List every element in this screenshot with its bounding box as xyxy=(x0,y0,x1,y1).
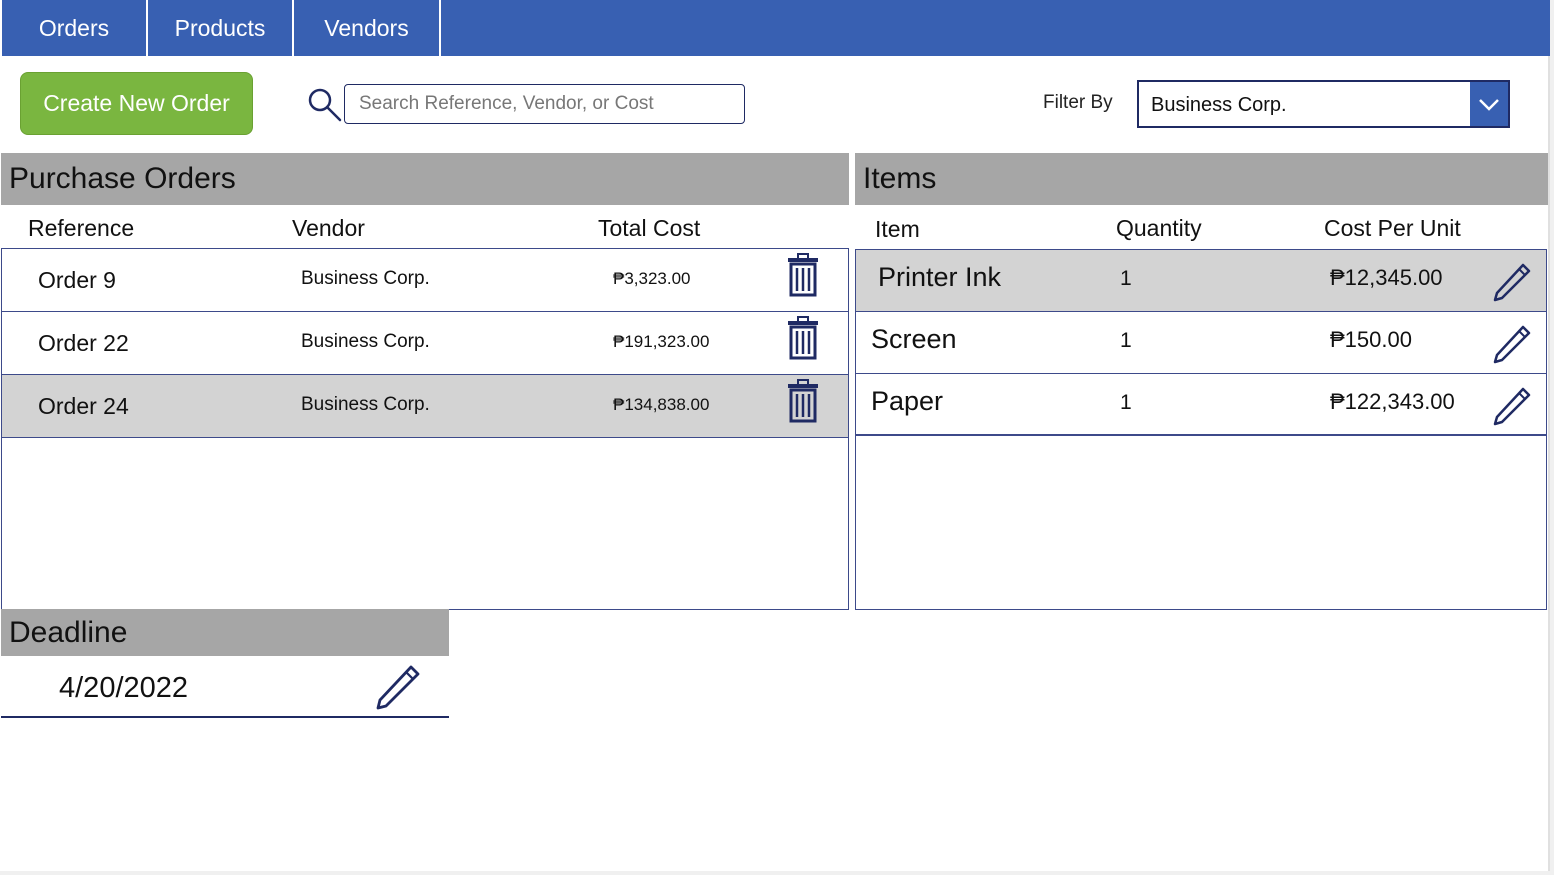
pencil-icon[interactable] xyxy=(1492,386,1532,426)
column-quantity: Quantity xyxy=(1116,215,1202,241)
item-cost-per-unit: ₱150.00 xyxy=(1330,327,1412,352)
item-name: Printer Ink xyxy=(878,262,1002,292)
order-row[interactable]: Order 9 Business Corp. ₱3,323.00 xyxy=(2,249,848,312)
order-reference: Order 9 xyxy=(38,267,116,293)
order-vendor: Business Corp. xyxy=(301,268,430,289)
order-reference: Order 22 xyxy=(38,330,129,356)
items-gallery: Printer Ink 1 ₱12,345.00 Screen 1 ₱150.0… xyxy=(855,249,1547,610)
purchase-orders-gallery: Order 9 Business Corp. ₱3,323.00 Order 2… xyxy=(1,248,849,610)
item-row[interactable]: Screen 1 ₱150.00 xyxy=(856,312,1546,374)
search-input[interactable] xyxy=(344,84,745,124)
pencil-icon[interactable] xyxy=(1492,262,1532,302)
trash-icon[interactable] xyxy=(785,379,821,423)
column-vendor: Vendor xyxy=(292,215,365,241)
item-quantity: 1 xyxy=(1120,391,1132,414)
pencil-icon[interactable] xyxy=(375,664,421,710)
order-total-cost: ₱3,323.00 xyxy=(613,269,691,288)
column-cost-per-unit: Cost Per Unit xyxy=(1324,215,1461,241)
tab-orders[interactable]: Orders xyxy=(0,0,148,56)
order-reference: Order 24 xyxy=(38,393,129,419)
deadline-value: 4/20/2022 xyxy=(59,672,189,704)
order-vendor: Business Corp. xyxy=(301,331,430,352)
pencil-icon[interactable] xyxy=(1492,324,1532,364)
order-total-cost: ₱134,838.00 xyxy=(613,395,710,414)
vendor-filter-dropdown[interactable]: Business Corp. xyxy=(1137,80,1510,128)
item-row[interactable]: Paper 1 ₱122,343.00 xyxy=(856,374,1546,436)
tab-products[interactable]: Products xyxy=(148,0,294,56)
column-item: Item xyxy=(875,216,920,242)
order-total-cost: ₱191,323.00 xyxy=(613,332,710,351)
trash-icon[interactable] xyxy=(785,316,821,360)
column-total-cost: Total Cost xyxy=(598,215,701,241)
items-header: Items xyxy=(855,153,1548,205)
tab-vendors[interactable]: Vendors xyxy=(294,0,441,56)
item-row-selected[interactable]: Printer Ink 1 ₱12,345.00 xyxy=(856,250,1546,312)
order-row-selected[interactable]: Order 24 Business Corp. ₱134,838.00 xyxy=(2,375,848,438)
search-icon[interactable] xyxy=(306,86,342,122)
column-reference: Reference xyxy=(28,215,135,241)
item-name: Paper xyxy=(871,386,944,416)
item-quantity: 1 xyxy=(1120,329,1132,352)
item-quantity: 1 xyxy=(1120,267,1132,290)
order-row[interactable]: Order 22 Business Corp. ₱191,323.00 xyxy=(2,312,848,375)
purchase-orders-header: Purchase Orders xyxy=(1,153,849,205)
deadline-field: 4/20/2022 xyxy=(1,656,449,718)
dropdown-selected-value: Business Corp. xyxy=(1151,94,1287,116)
item-cost-per-unit: ₱122,343.00 xyxy=(1330,389,1455,414)
create-new-order-button[interactable]: Create New Order xyxy=(20,72,253,135)
trash-icon[interactable] xyxy=(785,253,821,297)
chevron-down-icon[interactable] xyxy=(1470,82,1508,126)
order-vendor: Business Corp. xyxy=(301,394,430,415)
filter-by-label: Filter By xyxy=(1043,92,1113,113)
item-name: Screen xyxy=(871,324,957,354)
item-cost-per-unit: ₱12,345.00 xyxy=(1330,265,1443,290)
deadline-header: Deadline xyxy=(1,609,449,656)
top-navigation: Orders Products Vendors xyxy=(0,0,1550,56)
app-window: Orders Products Vendors Create New Order… xyxy=(0,0,1550,871)
